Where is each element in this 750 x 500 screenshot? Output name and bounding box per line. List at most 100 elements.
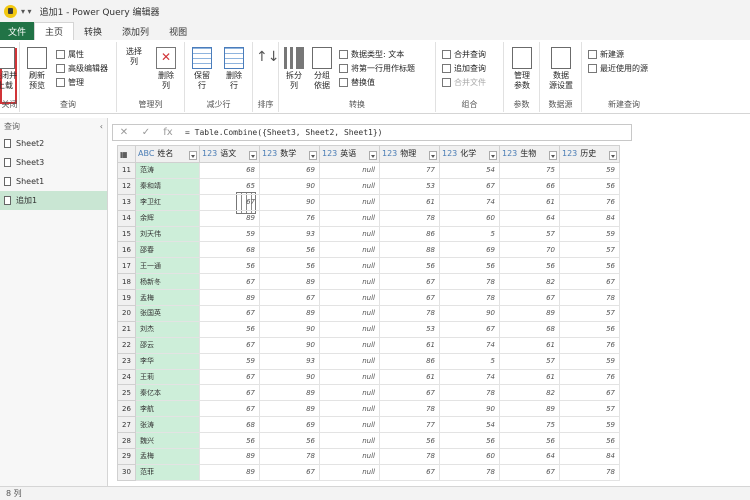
cell-name[interactable]: 邵春: [135, 241, 200, 259]
row-number[interactable]: 26: [117, 400, 136, 418]
cell-value[interactable]: 61: [499, 336, 560, 354]
data-source-settings-button[interactable]: 数据 源设置: [546, 45, 576, 97]
row-number[interactable]: 11: [117, 162, 136, 179]
cell-value[interactable]: 76: [559, 336, 620, 354]
cell-value[interactable]: null: [319, 209, 380, 227]
cell-value[interactable]: 56: [379, 257, 440, 275]
row-number[interactable]: 24: [117, 368, 136, 386]
use-first-row-headers-button[interactable]: 将第一行用作标题: [339, 62, 415, 74]
cell-value[interactable]: 78: [259, 448, 320, 465]
cell-value[interactable]: 78: [379, 305, 440, 322]
column-header-english[interactable]: 123 英语: [319, 145, 380, 163]
cell-value[interactable]: 56: [199, 257, 260, 275]
table-row[interactable]: 30 范菲 89 67 null 67 78 67 78: [117, 463, 620, 481]
new-source-button[interactable]: 新建源: [588, 48, 624, 60]
filter-dropdown-icon[interactable]: [189, 151, 197, 160]
cell-value[interactable]: 68: [199, 241, 260, 259]
sort-button[interactable]: ↑↓: [251, 45, 281, 97]
cell-value[interactable]: 78: [559, 289, 620, 307]
cell-value[interactable]: 57: [559, 241, 620, 259]
cell-value[interactable]: 61: [379, 336, 440, 354]
table-row[interactable]: 13 李卫红 67 90 null 61 74 61 76: [117, 193, 620, 211]
cell-name[interactable]: 秦亿本: [135, 384, 200, 402]
column-header-chemistry[interactable]: 123 化学: [439, 145, 500, 163]
cell-value[interactable]: 56: [559, 432, 620, 450]
cell-value[interactable]: 56: [439, 257, 500, 275]
cell-value[interactable]: 78: [559, 463, 620, 481]
cell-value[interactable]: null: [319, 320, 380, 338]
cell-value[interactable]: null: [319, 336, 380, 354]
cell-value[interactable]: 68: [199, 162, 260, 179]
cell-name[interactable]: 秦和靖: [135, 177, 200, 195]
cell-value[interactable]: 56: [559, 257, 620, 275]
cell-value[interactable]: 86: [379, 352, 440, 370]
cell-value[interactable]: 74: [439, 193, 500, 211]
cell-value[interactable]: 60: [439, 209, 500, 227]
cell-name[interactable]: 刘杰: [135, 320, 200, 338]
append-queries-button[interactable]: 追加查询: [442, 62, 486, 74]
fx-icon[interactable]: fx: [157, 127, 179, 138]
cell-value[interactable]: 67: [199, 384, 260, 402]
row-number[interactable]: 17: [117, 257, 136, 275]
cell-value[interactable]: 77: [379, 416, 440, 434]
cell-name[interactable]: 范菲: [135, 463, 200, 481]
cell-value[interactable]: 67: [199, 336, 260, 354]
formula-input[interactable]: = Table.Combine({Sheet3, Sheet2, Sheet1}…: [185, 128, 382, 137]
cell-name[interactable]: 王莉: [135, 368, 200, 386]
cell-value[interactable]: null: [319, 463, 380, 481]
cell-value[interactable]: 67: [559, 273, 620, 291]
cell-value[interactable]: 59: [559, 352, 620, 370]
cell-value[interactable]: 64: [499, 448, 560, 465]
split-column-button[interactable]: 拆分 列: [279, 45, 309, 97]
row-number[interactable]: 19: [117, 289, 136, 307]
cell-name[interactable]: 李华: [135, 352, 200, 370]
filter-dropdown-icon[interactable]: [489, 151, 497, 160]
remove-columns-button[interactable]: 删除 列: [151, 45, 181, 97]
merge-queries-button[interactable]: 合并查询: [442, 48, 486, 60]
row-number[interactable]: 27: [117, 416, 136, 434]
cell-value[interactable]: null: [319, 448, 380, 465]
table-row[interactable]: 27 张涛 68 69 null 77 54 75 59: [117, 416, 620, 434]
cell-value[interactable]: 78: [379, 400, 440, 418]
cell-value[interactable]: null: [319, 368, 380, 386]
cell-value[interactable]: 89: [199, 448, 260, 465]
cell-value[interactable]: 67: [199, 273, 260, 291]
cell-value[interactable]: 89: [499, 305, 560, 322]
cell-value[interactable]: 53: [379, 320, 440, 338]
query-item-sheet1[interactable]: Sheet1: [0, 172, 107, 191]
query-item-sheet2[interactable]: Sheet2: [0, 134, 107, 153]
cell-name[interactable]: 魏兴: [135, 432, 200, 450]
cell-value[interactable]: 75: [499, 162, 560, 179]
cell-value[interactable]: 53: [379, 177, 440, 195]
cancel-formula-icon[interactable]: ✕: [113, 127, 135, 138]
cell-value[interactable]: 78: [439, 273, 500, 291]
cell-value[interactable]: null: [319, 225, 380, 243]
group-by-button[interactable]: 分组 依据: [307, 45, 337, 97]
cell-value[interactable]: null: [319, 177, 380, 195]
cell-value[interactable]: 56: [199, 432, 260, 450]
cell-name[interactable]: 李卫红: [135, 193, 200, 211]
cell-value[interactable]: 59: [559, 162, 620, 179]
cell-value[interactable]: 59: [199, 225, 260, 243]
close-and-load-button[interactable]: 关闭并 上载: [0, 45, 20, 97]
filter-dropdown-icon[interactable]: [609, 151, 617, 160]
cell-value[interactable]: 67: [439, 320, 500, 338]
cell-value[interactable]: null: [319, 257, 380, 275]
cell-value[interactable]: 5: [439, 352, 500, 370]
tab-add-column[interactable]: 添加列: [112, 22, 159, 40]
table-row[interactable]: 17 王一通 56 56 null 56 56 56 56: [117, 257, 620, 275]
cell-value[interactable]: 84: [559, 448, 620, 465]
query-item-sheet3[interactable]: Sheet3: [0, 153, 107, 172]
cell-value[interactable]: 74: [439, 336, 500, 354]
cell-value[interactable]: null: [319, 193, 380, 211]
cell-value[interactable]: 57: [559, 400, 620, 418]
keep-rows-button[interactable]: 保留 行: [187, 45, 217, 97]
cell-value[interactable]: 89: [199, 209, 260, 227]
cell-value[interactable]: 59: [199, 352, 260, 370]
refresh-preview-button[interactable]: 刷新 预览: [22, 45, 52, 97]
tab-home[interactable]: 主页: [34, 22, 75, 40]
cell-value[interactable]: 56: [559, 320, 620, 338]
cell-value[interactable]: 61: [379, 368, 440, 386]
row-number[interactable]: 29: [117, 448, 136, 465]
column-header-chinese[interactable]: 123 语文: [199, 145, 260, 163]
